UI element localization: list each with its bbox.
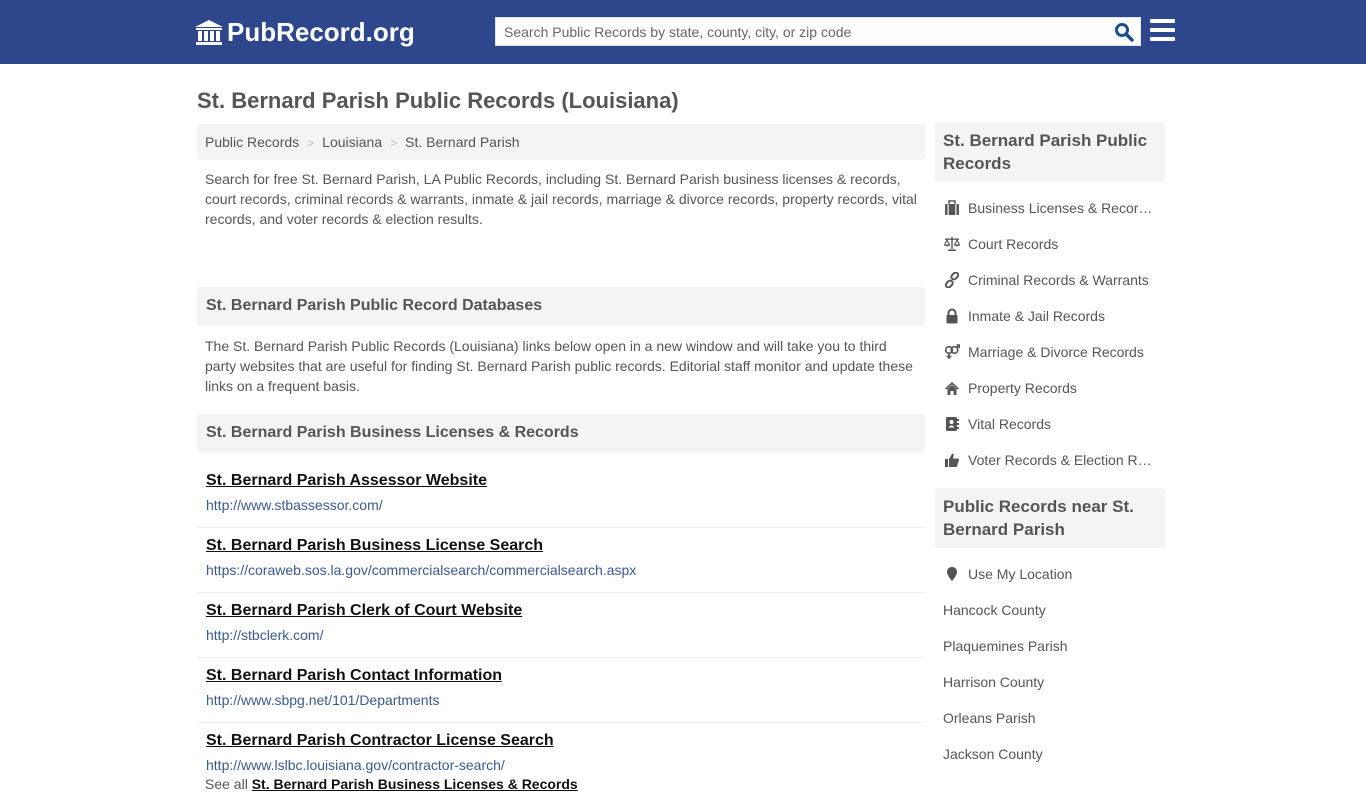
list-item: St. Bernard Parish Assessor Website http… xyxy=(197,463,925,528)
sidebar-item-voter[interactable]: Voter Records & Election Results xyxy=(935,442,1165,478)
business-section-heading: St. Bernard Parish Business Licenses & R… xyxy=(197,414,925,453)
see-all-prefix: See all xyxy=(205,776,248,792)
use-my-location-label: Use My Location xyxy=(968,566,1073,582)
lock-icon xyxy=(944,308,960,324)
breadcrumb-separator: > xyxy=(307,136,315,150)
databases-heading: St. Bernard Parish Public Record Databas… xyxy=(197,287,925,326)
map-marker-icon xyxy=(944,566,960,582)
sidebar-item-label: Property Records xyxy=(968,380,1077,396)
breadcrumb: Public Records > Louisiana > St. Bernard Par… xyxy=(197,124,925,160)
record-link-url: https://coraweb.sos.la.gov/commercialsea… xyxy=(206,562,637,578)
venus-mars-icon xyxy=(944,344,960,360)
sidebar-item-criminal[interactable]: Criminal Records & Warrants xyxy=(935,262,1165,298)
courthouse-icon xyxy=(195,19,223,45)
search-input[interactable] xyxy=(496,18,1096,45)
sidebar-item-court[interactable]: Court Records xyxy=(935,226,1165,262)
briefcase-icon xyxy=(944,200,960,216)
nearby-item[interactable]: Plaquemines Parish xyxy=(935,628,1165,664)
search-box xyxy=(495,17,1141,46)
record-link-title[interactable]: St. Bernard Parish Assessor Website xyxy=(206,471,916,491)
breadcrumb-separator: > xyxy=(390,136,398,150)
page-title: St. Bernard Parish Public Records (Louis… xyxy=(197,88,679,113)
sidebar-item-label: Marriage & Divorce Records xyxy=(968,344,1144,360)
list-item: St. Bernard Parish Clerk of Court Websit… xyxy=(197,593,925,658)
sidebar-item-label: Court Records xyxy=(968,236,1059,252)
search-button[interactable] xyxy=(1114,22,1134,42)
link-icon xyxy=(944,272,960,288)
site-logo[interactable]: PubRecord.org xyxy=(195,17,415,48)
search-icon xyxy=(1115,23,1134,42)
nearby-item[interactable]: Orleans Parish xyxy=(935,700,1165,736)
nearby-item[interactable]: Harrison County xyxy=(935,664,1165,700)
sidebar-nearby-heading: Public Records near St. Bernard Parish xyxy=(935,488,1165,548)
nearby-list: Use My Location Hancock County Plaquemin… xyxy=(935,548,1165,772)
sidebar-item-property[interactable]: Property Records xyxy=(935,370,1165,406)
sidebar-item-business[interactable]: Business Licenses & Records xyxy=(935,190,1165,226)
business-links-list: St. Bernard Parish Assessor Website http… xyxy=(197,463,925,778)
sidebar-records-list: Business Licenses & Records Court Record… xyxy=(935,182,1165,488)
list-item: St. Bernard Parish Contractor License Se… xyxy=(197,723,925,778)
list-item: St. Bernard Parish Business License Sear… xyxy=(197,528,925,593)
sidebar-item-label: Voter Records & Election Results xyxy=(968,452,1153,468)
sidebar: St. Bernard Parish Public Records Busine… xyxy=(935,122,1165,772)
hamburger-menu-button[interactable] xyxy=(1150,19,1175,43)
see-all-row: See all St. Bernard Parish Business Lice… xyxy=(197,776,925,792)
sidebar-records-heading: St. Bernard Parish Public Records xyxy=(935,122,1165,182)
main-content: Public Records > Louisiana > St. Bernard Par… xyxy=(197,124,925,792)
balance-scale-icon xyxy=(944,236,960,252)
record-link-title[interactable]: St. Bernard Parish Contractor License Se… xyxy=(206,731,916,751)
see-all-link[interactable]: St. Bernard Parish Business Licenses & R… xyxy=(252,776,578,792)
address-book-icon xyxy=(944,416,960,432)
record-link-url: http://stbclerk.com/ xyxy=(206,627,324,643)
sidebar-item-vital[interactable]: Vital Records xyxy=(935,406,1165,442)
record-link-url: http://www.lslbc.louisiana.gov/contracto… xyxy=(206,757,505,773)
sidebar-item-inmate[interactable]: Inmate & Jail Records xyxy=(935,298,1165,334)
list-item: St. Bernard Parish Contact Information h… xyxy=(197,658,925,723)
record-link-url: http://www.stbassessor.com/ xyxy=(206,497,383,513)
menu-bar xyxy=(1150,37,1175,41)
logo-text: PubRecord.org xyxy=(227,17,415,47)
sidebar-item-label: Criminal Records & Warrants xyxy=(968,272,1149,288)
use-my-location-button[interactable]: Use My Location xyxy=(935,556,1165,592)
record-link-title[interactable]: St. Bernard Parish Clerk of Court Websit… xyxy=(206,601,916,621)
record-link-title[interactable]: St. Bernard Parish Business License Sear… xyxy=(206,536,916,556)
record-link-title[interactable]: St. Bernard Parish Contact Information xyxy=(206,666,916,686)
sidebar-item-label: Inmate & Jail Records xyxy=(968,308,1105,324)
intro-text: Search for free St. Bernard Parish, LA P… xyxy=(205,171,917,227)
sidebar-item-label: Business Licenses & Records xyxy=(968,200,1153,216)
menu-bar xyxy=(1150,19,1175,23)
record-link-url: http://www.sbpg.net/101/Departments xyxy=(206,692,440,708)
sidebar-item-label: Vital Records xyxy=(968,416,1052,432)
thumbs-up-icon xyxy=(944,452,960,468)
menu-bar xyxy=(1150,28,1175,32)
breadcrumb-item-louisiana[interactable]: Louisiana xyxy=(322,134,382,150)
breadcrumb-item-public-records[interactable]: Public Records xyxy=(205,134,299,150)
nearby-item[interactable]: Hancock County xyxy=(935,592,1165,628)
databases-description: The St. Bernard Parish Public Records (L… xyxy=(205,338,913,394)
home-icon xyxy=(944,380,960,396)
breadcrumb-item-current: St. Bernard Parish xyxy=(405,134,520,150)
nearby-item[interactable]: Jackson County xyxy=(935,736,1165,772)
sidebar-item-marriage[interactable]: Marriage & Divorce Records xyxy=(935,334,1165,370)
top-navbar: PubRecord.org xyxy=(0,0,1366,64)
